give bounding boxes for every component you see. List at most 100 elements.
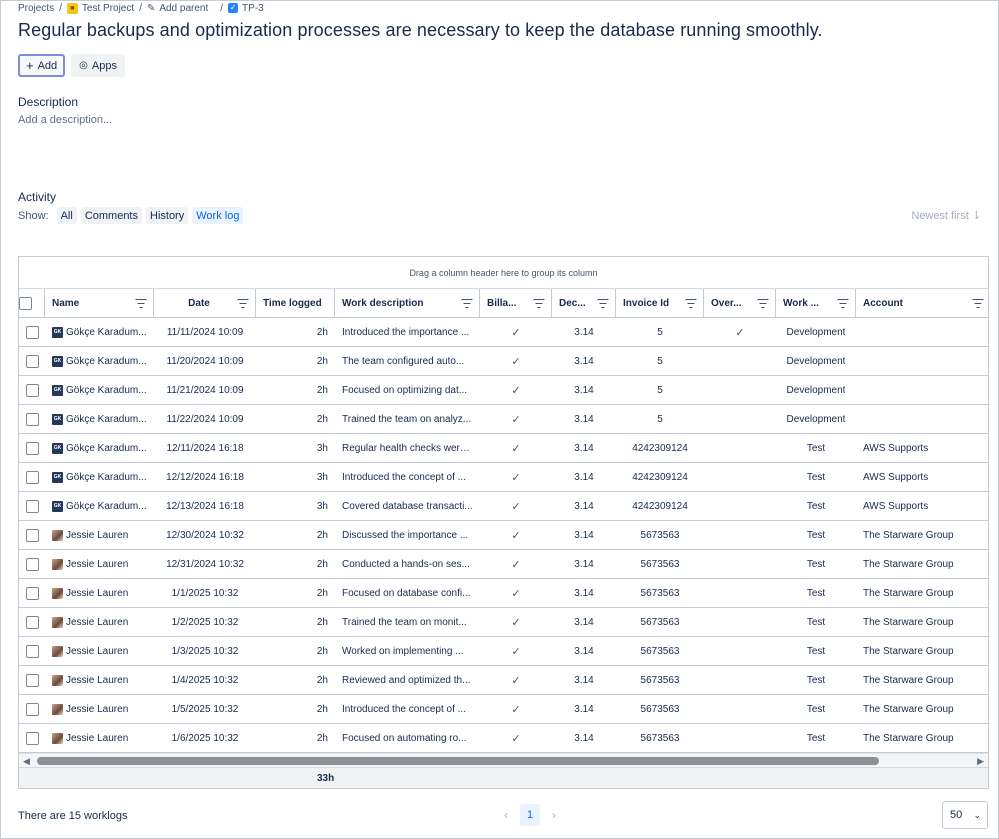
breadcrumb-projects[interactable]: Projects	[18, 3, 54, 14]
filter-icon[interactable]	[837, 299, 848, 308]
filter-history[interactable]: History	[146, 207, 189, 224]
cell-account: The Starware Group	[856, 579, 988, 607]
cell-account-value: The Starware Group	[863, 616, 954, 628]
column-header-billable[interactable]: Billa...	[480, 289, 552, 317]
filter-all[interactable]: All	[56, 207, 77, 224]
apps-button[interactable]: ◎ Apps	[71, 54, 125, 77]
chevron-right-icon[interactable]: ›	[548, 808, 560, 822]
table-row[interactable]: Jessie Lauren 1/1/2025 10:32 2h Focused on …	[19, 579, 988, 608]
description-field[interactable]: Add a description...	[18, 114, 112, 126]
table-row[interactable]: Jessie Lauren 1/3/2025 10:32 2h Worked on i…	[19, 637, 988, 666]
column-header-decimal[interactable]: Dec...	[552, 289, 616, 317]
cell-work-description: Conducted a hands-on ses...	[335, 550, 480, 578]
table-row[interactable]: GK Gökçe Karadum... 12/13/2024 16:18 3h Cove…	[19, 492, 988, 521]
cell-billable: ✓	[480, 318, 552, 346]
row-checkbox[interactable]	[25, 354, 39, 368]
filter-icon[interactable]	[972, 299, 983, 308]
row-checkbox[interactable]	[25, 702, 39, 716]
table-row[interactable]: GK Gökçe Karadum... 11/11/2024 10:09 2h Intr…	[19, 318, 988, 347]
table-row[interactable]: Jessie Lauren 1/5/2025 10:32 2h Introduced …	[19, 695, 988, 724]
filter-comments[interactable]: Comments	[80, 207, 142, 224]
add-button[interactable]: + Add	[18, 54, 66, 77]
breadcrumb-add-parent[interactable]: ✎ Add parent	[147, 3, 208, 14]
table-row[interactable]: GK Gökçe Karadum... 12/11/2024 16:18 3h Regu…	[19, 434, 988, 463]
column-header-name[interactable]: Name	[45, 289, 154, 317]
page-button[interactable]: 1	[520, 804, 540, 826]
filter-icon[interactable]	[597, 299, 608, 308]
row-checkbox[interactable]	[25, 470, 39, 484]
table-row[interactable]: Jessie Lauren 1/2/2025 10:32 2h Trained the…	[19, 608, 988, 637]
page-size-select[interactable]: 50 ⌄	[942, 801, 988, 829]
breadcrumb-issue-key[interactable]: ✓ TP-3	[228, 3, 264, 14]
cell-name: GK Gökçe Karadum...	[45, 463, 154, 491]
column-header-work-description[interactable]: Work description	[335, 289, 480, 317]
cell-overtime	[704, 637, 776, 665]
cell-time-logged-value: 2h	[316, 529, 328, 541]
cell-decimal-value: 3.14	[574, 500, 594, 512]
cell-billable: ✓	[480, 637, 552, 665]
breadcrumb-project[interactable]: ■ Test Project	[66, 2, 134, 14]
select-all-checkbox[interactable]	[19, 296, 32, 310]
avatar	[52, 674, 63, 686]
issue-title[interactable]: Regular backups and optimization process…	[18, 20, 823, 41]
table-row[interactable]: Jessie Lauren 1/6/2025 10:32 2h Focused on …	[19, 724, 988, 753]
filter-icon[interactable]	[685, 299, 696, 308]
cell-account	[856, 405, 988, 433]
cell-work-description-value: Reviewed and optimized th...	[342, 674, 471, 686]
cell-billable-value: ✓	[511, 529, 521, 542]
table-row[interactable]: Jessie Lauren 1/4/2025 10:32 2h Reviewed an…	[19, 666, 988, 695]
group-panel[interactable]: Drag a column header here to group its c…	[19, 257, 988, 289]
row-checkbox[interactable]	[25, 586, 39, 600]
row-checkbox[interactable]	[25, 412, 39, 426]
row-checkbox[interactable]	[25, 441, 39, 455]
activity-filter-bar: Show: All Comments History Work log	[18, 207, 244, 224]
cell-billable-value: ✓	[511, 471, 521, 484]
row-select-cell	[19, 724, 45, 752]
cell-date-value: 1/3/2025 10:32	[171, 645, 239, 657]
row-checkbox[interactable]	[25, 644, 39, 658]
filter-icon[interactable]	[135, 299, 146, 308]
column-header-work-type[interactable]: Work ...	[776, 289, 856, 317]
row-checkbox[interactable]	[25, 673, 39, 687]
row-checkbox[interactable]	[25, 615, 39, 629]
column-header-invoice-id[interactable]: Invoice Id	[616, 289, 704, 317]
cell-date-value: 12/12/2024 16:18	[166, 471, 244, 483]
column-header-date[interactable]: Date	[154, 289, 256, 317]
row-checkbox[interactable]	[25, 383, 39, 397]
scroll-left-icon[interactable]: ◀	[23, 756, 30, 767]
column-header-account[interactable]: Account	[856, 289, 988, 317]
filter-icon[interactable]	[533, 299, 544, 308]
cell-work-type-value: Test	[806, 674, 826, 686]
cell-decimal-value: 3.14	[574, 645, 594, 657]
cell-name: GK Gökçe Karadum...	[45, 405, 154, 433]
horizontal-scrollbar[interactable]: ◀ ▶	[19, 753, 988, 767]
cell-time-logged-value: 2h	[316, 384, 328, 396]
table-row[interactable]: GK Gökçe Karadum... 12/12/2024 16:18 3h Intr…	[19, 463, 988, 492]
avatar	[52, 529, 63, 541]
row-checkbox[interactable]	[25, 528, 39, 542]
cell-billable-value: ✓	[511, 587, 521, 600]
row-select-cell	[19, 463, 45, 491]
filter-icon[interactable]	[461, 299, 472, 308]
table-row[interactable]: GK Gökçe Karadum... 11/20/2024 10:09 2h The …	[19, 347, 988, 376]
filter-icon[interactable]	[237, 299, 248, 308]
column-header-time-logged[interactable]: Time logged	[256, 289, 335, 317]
row-checkbox[interactable]	[25, 325, 39, 339]
column-header-overtime[interactable]: Over...	[704, 289, 776, 317]
sort-toggle[interactable]: Newest first ⇂	[911, 209, 981, 223]
table-row[interactable]: Jessie Lauren 12/30/2024 10:32 2h Discussed…	[19, 521, 988, 550]
row-checkbox[interactable]	[25, 557, 39, 571]
row-checkbox[interactable]	[25, 731, 39, 745]
filter-icon[interactable]	[757, 299, 768, 308]
breadcrumb-separator: /	[59, 2, 62, 14]
table-row[interactable]: Jessie Lauren 12/31/2024 10:32 2h Conducted…	[19, 550, 988, 579]
table-row[interactable]: GK Gökçe Karadum... 11/21/2024 10:09 2h Focu…	[19, 376, 988, 405]
cell-invoice-id-value: 5673563	[640, 674, 680, 686]
chevron-left-icon[interactable]: ‹	[500, 808, 512, 822]
row-checkbox[interactable]	[25, 499, 39, 513]
filter-work-log[interactable]: Work log	[192, 207, 244, 224]
scrollbar-thumb[interactable]	[37, 757, 879, 765]
scroll-right-icon[interactable]: ▶	[977, 756, 984, 767]
table-row[interactable]: GK Gökçe Karadum... 11/22/2024 10:09 2h Trai…	[19, 405, 988, 434]
cell-work-description: Introduced the concept of ...	[335, 695, 480, 723]
